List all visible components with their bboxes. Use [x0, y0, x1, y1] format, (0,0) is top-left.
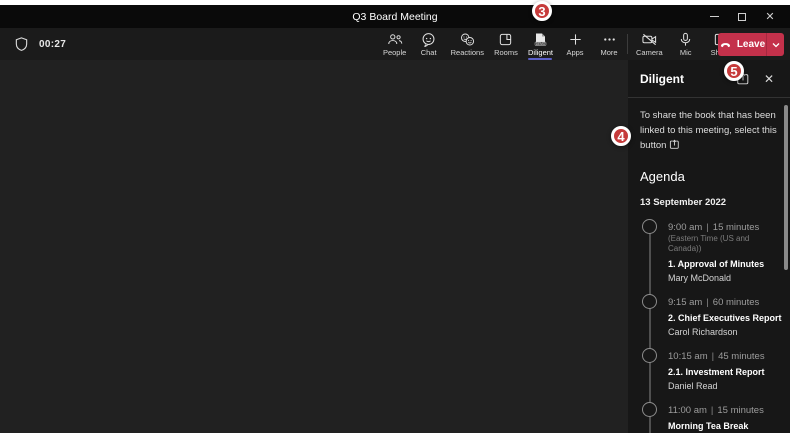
- diligent-app-icon: DEMO: [532, 32, 548, 47]
- toolbar-item-label: People: [383, 48, 406, 57]
- chevron-down-icon: [772, 42, 780, 48]
- agenda-heading: Agenda: [640, 169, 778, 184]
- window-title: Q3 Board Meeting: [352, 11, 437, 23]
- agenda-item[interactable]: 10:15 am|45 minutes 2.1. Investment Repo…: [640, 351, 778, 392]
- agenda-item[interactable]: 9:15 am|60 minutes 2. Chief Executives R…: [640, 297, 778, 338]
- agenda-item[interactable]: 9:00 am|15 minutes (Eastern Time (US and…: [640, 222, 778, 284]
- toolbar-item-label: Rooms: [494, 48, 518, 57]
- maximize-icon: [738, 13, 746, 21]
- maximize-button[interactable]: [728, 5, 756, 28]
- toolbar-main-group: People Chat: [381, 30, 623, 60]
- diligent-panel-header: Diligent ✕: [628, 60, 790, 98]
- toolbar-item-label: Diligent: [528, 48, 553, 57]
- toolbar-item-people[interactable]: People: [381, 30, 409, 57]
- people-icon: [387, 32, 403, 47]
- rooms-icon: [498, 32, 513, 47]
- agenda-item-presenter: Carol Richardson: [668, 327, 778, 338]
- toolbar-item-label: Mic: [680, 48, 692, 57]
- callout-5: 5: [724, 61, 744, 81]
- agenda-node-icon: [642, 402, 657, 417]
- agenda-item-time: 9:15 am|60 minutes: [668, 297, 778, 308]
- meeting-stage: [0, 60, 628, 433]
- meeting-timer-text: 00:27: [39, 39, 66, 50]
- agenda-item-presenter: Daniel Read: [668, 381, 778, 392]
- agenda-date: 13 September 2022: [640, 197, 778, 208]
- toolbar-item-label: Camera: [636, 48, 663, 57]
- agenda-item-time: 11:00 am|15 minutes: [668, 405, 778, 416]
- panel-close-icon: ✕: [764, 72, 774, 86]
- meeting-toolbar: 00:27 People Chat: [0, 28, 790, 60]
- agenda-timeline: 9:00 am|15 minutes (Eastern Time (US and…: [640, 222, 778, 433]
- diligent-panel-body: To share the book that has been linked t…: [628, 98, 790, 433]
- toolbar-item-chat[interactable]: Chat: [415, 30, 443, 57]
- toolbar-item-label: Chat: [421, 48, 437, 57]
- inline-share-icon: [669, 139, 680, 155]
- hang-up-icon: [719, 39, 732, 50]
- shield-icon: [14, 36, 29, 52]
- toolbar-item-label: Reactions: [451, 48, 484, 57]
- agenda-item-title: 1. Approval of Minutes: [668, 259, 778, 270]
- camera-off-icon: [641, 32, 658, 47]
- more-ellipsis-icon: [602, 32, 617, 47]
- close-button[interactable]: ✕: [756, 5, 784, 28]
- toolbar-item-reactions[interactable]: Reactions: [449, 30, 486, 57]
- leave-button-label: Leave: [737, 39, 765, 50]
- agenda-item-title: 2.1. Investment Report: [668, 367, 778, 378]
- panel-scrollbar-thumb[interactable]: [784, 105, 788, 270]
- teams-meeting-window: Q3 Board Meeting ✕ 00:27 People: [0, 5, 790, 433]
- reactions-icon: [459, 32, 475, 47]
- meeting-timer: 00:27: [14, 28, 66, 60]
- svg-text:DEMO: DEMO: [536, 42, 546, 46]
- chat-icon: [421, 32, 436, 47]
- minimize-button[interactable]: [700, 5, 728, 28]
- agenda-item-title: Morning Tea Break: [668, 421, 778, 432]
- callout-3: 3: [532, 1, 552, 21]
- toolbar-item-label: More: [600, 48, 617, 57]
- toolbar-item-label: Apps: [566, 48, 583, 57]
- panel-close-button[interactable]: ✕: [760, 70, 778, 88]
- agenda-item-time: 9:00 am|15 minutes: [668, 222, 778, 233]
- leave-options-chevron[interactable]: [767, 33, 784, 56]
- share-instruction: To share the book that has been linked t…: [640, 108, 778, 155]
- agenda-node-icon: [642, 294, 657, 309]
- toolbar-item-rooms[interactable]: Rooms: [492, 30, 520, 57]
- agenda-node-icon: [642, 219, 657, 234]
- toolbar-item-camera[interactable]: Camera: [634, 30, 665, 57]
- plus-icon: [568, 32, 583, 47]
- window-controls: ✕: [700, 5, 784, 28]
- agenda-node-icon: [642, 348, 657, 363]
- leave-button[interactable]: Leave: [718, 33, 784, 56]
- panel-title: Diligent: [640, 72, 726, 86]
- mic-icon: [678, 32, 693, 47]
- toolbar-divider: [627, 34, 628, 54]
- agenda-item-time: 10:15 am|45 minutes: [668, 351, 778, 362]
- toolbar-item-mic[interactable]: Mic: [672, 30, 700, 57]
- close-icon: ✕: [765, 10, 774, 23]
- agenda-item-timezone: (Eastern Time (US and Canada)): [668, 234, 778, 254]
- share-instruction-text: To share the book that has been linked t…: [640, 110, 777, 151]
- toolbar-item-diligent[interactable]: DEMO Diligent: [526, 30, 555, 57]
- leave-button-main[interactable]: Leave: [718, 33, 766, 56]
- toolbar-item-apps[interactable]: Apps: [561, 30, 589, 57]
- title-bar: Q3 Board Meeting ✕: [0, 5, 790, 28]
- diligent-panel: Diligent ✕ To share the book that has be…: [628, 60, 790, 433]
- callout-4: 4: [611, 126, 631, 146]
- agenda-item-presenter: Mary McDonald: [668, 273, 778, 284]
- agenda-item-title: 2. Chief Executives Report: [668, 313, 778, 324]
- agenda-item[interactable]: 11:00 am|15 minutes Morning Tea Break: [640, 405, 778, 432]
- toolbar-item-more[interactable]: More: [595, 30, 623, 57]
- minimize-icon: [710, 16, 719, 17]
